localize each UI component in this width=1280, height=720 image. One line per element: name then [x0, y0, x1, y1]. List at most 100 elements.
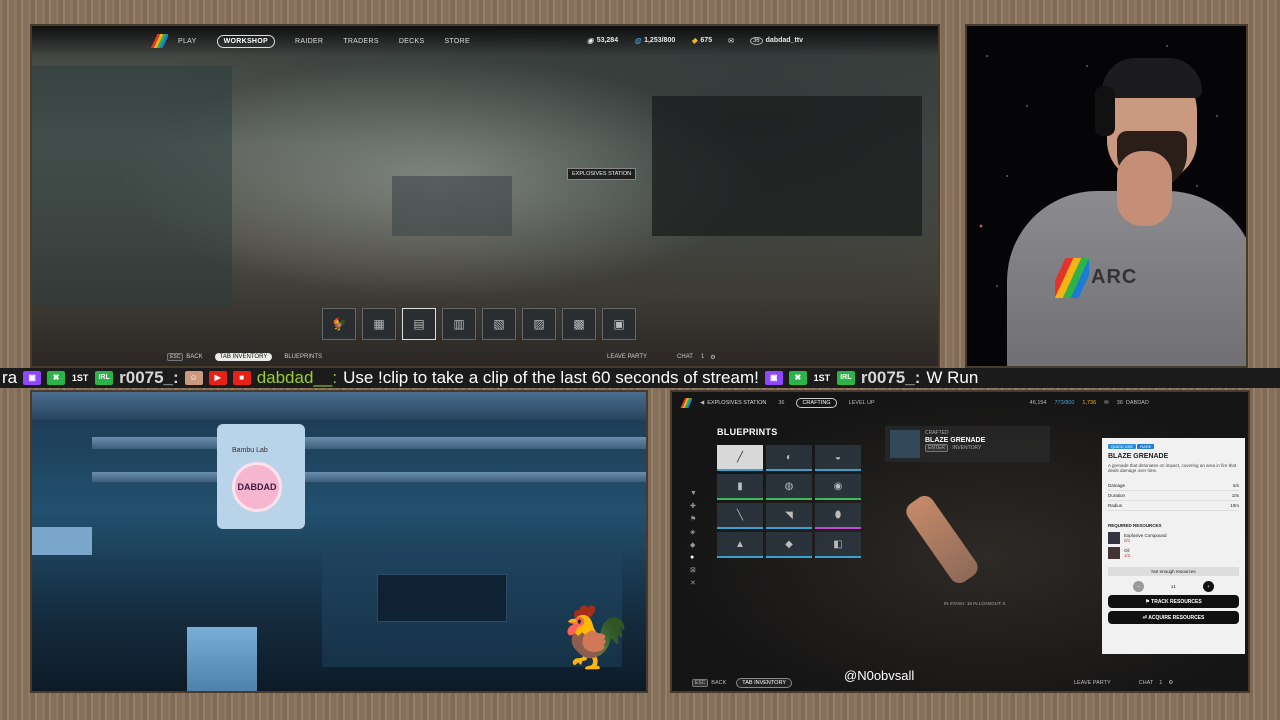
blueprint-item[interactable]: ◐	[766, 445, 812, 471]
back-button[interactable]: BACK	[711, 680, 726, 686]
first-badge: 1ST	[71, 373, 89, 383]
back-arrow-icon[interactable]: ◀	[700, 400, 704, 406]
currency-stats: ◉ 53,284 ◍ 1,253/800 ◆ 675 ✉ 36 dabdad_ttv	[587, 36, 803, 45]
arc-logo-icon	[680, 398, 692, 408]
filter-misc-icon[interactable]: ✕	[690, 579, 697, 587]
avatar-badge-icon: ☺	[184, 371, 203, 385]
station-slot[interactable]: ▣	[602, 308, 636, 340]
nav-traders[interactable]: TRADERS	[343, 38, 379, 45]
player-name[interactable]: DABDAD	[1126, 400, 1149, 406]
inventory-button[interactable]: TAB INVENTORY	[736, 678, 792, 688]
station-slot[interactable]: ▤	[402, 308, 436, 340]
toolhead-sticker: DABDAD	[232, 462, 282, 512]
cross-badge-icon: ✖	[788, 371, 807, 385]
hoodie-logo: ARC	[1091, 266, 1138, 288]
blueprint-item[interactable]: ▲	[717, 532, 763, 558]
back-desk	[392, 176, 512, 236]
station-slot[interactable]: ▨	[522, 308, 556, 340]
resource-row: Oil 1/2	[1108, 547, 1239, 559]
enter-key: ENTER	[925, 444, 948, 452]
rooster-icon: 🐓	[557, 604, 632, 671]
blueprint-item[interactable]: ◒	[815, 445, 861, 471]
station-slot[interactable]: 🐓	[322, 308, 356, 340]
leave-party-button[interactable]: LEAVE PARTY	[1074, 680, 1111, 686]
esc-key: ESC	[692, 679, 709, 687]
blueprint-blaze-grenade[interactable]: ╱	[717, 445, 763, 471]
headset	[1095, 86, 1115, 136]
filter-shield-icon[interactable]: ◈	[690, 528, 697, 536]
blueprint-item[interactable]: ▮	[717, 474, 763, 500]
twitch-badge-icon: ▣	[23, 371, 42, 385]
station-slot[interactable]: ▧	[482, 308, 516, 340]
tag-rarity: RARE	[1137, 444, 1155, 449]
track-resources-button[interactable]: ⚑ TRACK RESOURCES	[1108, 595, 1239, 608]
blueprint-item[interactable]: ╲	[717, 503, 763, 529]
explosive-compound-icon	[1108, 532, 1120, 544]
mail-icon[interactable]: ✉	[728, 37, 734, 45]
blueprints-button[interactable]: BLUEPRINTS	[284, 354, 322, 360]
tab-level-up[interactable]: LEVEL UP	[849, 400, 875, 406]
filter-weapon-icon[interactable]: ✚	[690, 502, 697, 510]
mail-icon[interactable]: ✉	[1104, 400, 1109, 406]
filter-all-icon[interactable]: ▼	[690, 490, 697, 497]
chat-message: W Run	[926, 368, 979, 387]
blueprint-item[interactable]: ⬮	[815, 503, 861, 529]
stat-row: Damage 5/s	[1108, 481, 1239, 491]
decrease-quantity-button[interactable]: −	[1133, 581, 1144, 592]
filter-gear-icon[interactable]: ⚑	[690, 515, 697, 523]
station-slot[interactable]: ▩	[562, 308, 596, 340]
irl-badge: IRL	[836, 371, 855, 385]
blueprint-item[interactable]: ◆	[766, 532, 812, 558]
chat-username: r0075_:	[860, 368, 921, 387]
tokens-stat: 1,736	[1082, 400, 1097, 406]
blueprint-item[interactable]: ◍	[766, 474, 812, 500]
stash-count: IN STASH: 18 IN LOADOUT: 0	[944, 601, 1006, 606]
player-profile[interactable]: 36 dabdad_ttv	[749, 36, 803, 45]
blueprint-item[interactable]: ◥	[766, 503, 812, 529]
filter-tool-icon[interactable]: ◆	[690, 541, 697, 549]
nav-store[interactable]: STORE	[444, 38, 470, 45]
acquire-resources-button[interactable]: ⏎ ACQUIRE RESOURCES	[1108, 611, 1239, 624]
increase-quantity-button[interactable]: +	[1202, 581, 1214, 592]
chat-username: r0075_:	[119, 368, 179, 387]
blueprint-item[interactable]: ◉	[815, 474, 861, 500]
first-badge: 1ST	[813, 373, 831, 383]
capacity-stat: 773/800	[1054, 400, 1075, 406]
oil-icon	[1108, 547, 1120, 559]
open-inventory-link[interactable]: INVENTORY	[952, 445, 981, 451]
quantity-stepper: − x1 +	[1108, 581, 1239, 592]
chat-ticker: ra ▣ ✖ 1ST IRL r0075_: ☺ ▶ ■ dabdad__: U…	[0, 368, 1280, 388]
resource-row: Explosive Compound 0/1	[1108, 532, 1239, 544]
level-badge: 36	[749, 36, 763, 45]
stash-icon: ◍	[634, 36, 642, 45]
filter-mod-icon[interactable]: ⊠	[690, 566, 697, 574]
printer-top-rail	[32, 392, 646, 420]
filter-grenade-icon[interactable]: ●	[690, 554, 697, 561]
settings-gear-icon[interactable]: ⚙	[1168, 680, 1173, 686]
settings-gear-icon[interactable]: ⚙	[710, 354, 715, 361]
item-description: A grenade that detonates on impact, cove…	[1108, 463, 1237, 473]
blueprint-item[interactable]: ◧	[815, 532, 861, 558]
party-count: 1	[1159, 680, 1163, 686]
chat-message: Use !clip to take a clip of the last 60 …	[343, 368, 759, 387]
inventory-button[interactable]: TAB INVENTORY	[214, 353, 273, 361]
tab-crafting[interactable]: CRAFTING	[796, 398, 837, 408]
nav-workshop[interactable]: WORKSHOP	[216, 34, 275, 48]
nav-play[interactable]: PLAY	[178, 38, 197, 45]
station-slot[interactable]: ▦	[362, 308, 396, 340]
nav-raider[interactable]: RAIDER	[295, 38, 323, 45]
station-slot[interactable]: ▥	[442, 308, 476, 340]
back-button[interactable]: BACK	[186, 354, 202, 360]
coin-icon: ◉	[586, 36, 594, 45]
cross-badge-icon: ✖	[47, 371, 66, 385]
required-resources-title: REQUIRED RESOURCES	[1108, 523, 1162, 528]
quantity-value: x1	[1171, 584, 1176, 589]
station-hotbar: 🐓 ▦ ▤ ▥ ▧ ▨ ▩ ▣	[322, 308, 636, 340]
station-tooltip: EXPLOSIVES STATION	[567, 168, 637, 180]
chat-button[interactable]: CHAT	[1139, 680, 1154, 686]
wall-left	[32, 66, 232, 306]
leave-party-button[interactable]: LEAVE PARTY	[607, 354, 647, 360]
nav-decks[interactable]: DECKS	[399, 38, 425, 45]
crafted-notification: CRAFTED BLAZE GRENADE ENTER INVENTORY	[885, 426, 1050, 462]
chat-button[interactable]: CHAT	[677, 354, 693, 360]
